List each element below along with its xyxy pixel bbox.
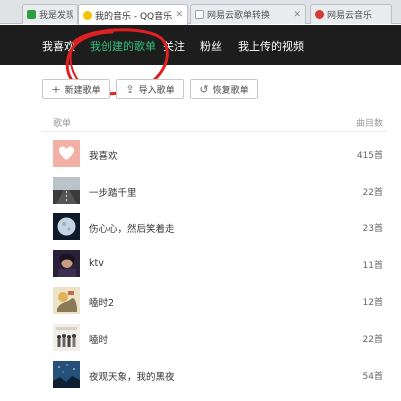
import-icon: ⇪ bbox=[125, 82, 135, 96]
leaf-icon bbox=[27, 10, 36, 19]
nav-tab-fans[interactable]: 粉丝 bbox=[200, 38, 222, 54]
browser-tab-4[interactable]: 网易云音乐 bbox=[310, 4, 392, 24]
nav-tab-liked[interactable]: 我喜欢 bbox=[42, 38, 75, 54]
playlist-row[interactable]: ktv 11首 bbox=[0, 250, 401, 284]
browser-tab-strip: 我是发现 我的音乐 - QQ音乐-中国最新! ✕ 网易云歌单转换 ✕ 网易云音乐 bbox=[0, 0, 401, 25]
playlist-name[interactable]: 伤心心，然后笑着走 bbox=[89, 221, 175, 235]
plus-icon: + bbox=[51, 82, 61, 96]
portrait-image bbox=[58, 253, 76, 277]
playlist-row[interactable]: 夜观天象，我的黑夜 54首 bbox=[0, 361, 401, 395]
moon-image bbox=[57, 217, 76, 236]
track-count: 11首 bbox=[362, 261, 383, 271]
playlist-name[interactable]: 嗑时2 bbox=[89, 295, 114, 309]
band-cover[interactable] bbox=[53, 324, 80, 351]
tab-label: 我的音乐 - QQ音乐-中国最新! bbox=[95, 11, 173, 22]
header-divider bbox=[42, 131, 387, 132]
playlist-name[interactable]: 嗑时 bbox=[89, 332, 108, 346]
browser-tab-2[interactable]: 我的音乐 - QQ音乐-中国最新! ✕ bbox=[78, 4, 188, 25]
track-count: 22首 bbox=[362, 188, 383, 198]
browser-tab-1[interactable]: 我是发现 bbox=[22, 4, 78, 24]
profile-nav-bar: 我喜欢 我创建的歌单 关注 粉丝 我上传的视频 bbox=[0, 25, 401, 65]
track-count: 22首 bbox=[362, 335, 383, 345]
playlist-row[interactable]: 嗑时2 12首 bbox=[0, 287, 401, 321]
playlist-row[interactable]: 我喜欢 415首 bbox=[0, 140, 401, 174]
portrait-cover[interactable] bbox=[53, 250, 80, 277]
qq-music-icon bbox=[83, 10, 92, 20]
playlist-row[interactable]: 伤心心，然后笑着走 23首 bbox=[0, 213, 401, 247]
close-icon[interactable]: ✕ bbox=[290, 10, 301, 20]
nav-tab-created-playlists[interactable]: 我创建的歌单 bbox=[90, 38, 156, 54]
import-playlist-button[interactable]: ⇪ 导入歌单 bbox=[116, 79, 184, 99]
playlist-row[interactable]: 嗑时 22首 bbox=[0, 324, 401, 358]
netease-music-icon bbox=[315, 10, 324, 19]
tab-label: 我是发现 bbox=[39, 11, 73, 21]
playlist-name[interactable]: 夜观天象，我的黑夜 bbox=[89, 369, 175, 383]
playlist-name[interactable]: ktv bbox=[89, 258, 104, 269]
import-playlist-label: 导入歌单 bbox=[138, 85, 175, 96]
tab-label: 网易云音乐 bbox=[327, 11, 373, 21]
moon-cover[interactable] bbox=[53, 213, 80, 240]
restore-playlist-button[interactable]: ↺ 恢复歌单 bbox=[190, 79, 258, 99]
heart-cover[interactable] bbox=[53, 140, 80, 167]
new-playlist-label: 新建歌单 bbox=[64, 85, 101, 96]
track-count: 23首 bbox=[362, 224, 383, 234]
close-icon[interactable]: ✕ bbox=[172, 10, 183, 20]
road-image bbox=[53, 177, 80, 204]
column-header-count: 曲目数 bbox=[355, 119, 383, 129]
playlist-name[interactable]: 一步踏千里 bbox=[89, 185, 137, 199]
page-icon bbox=[195, 10, 204, 19]
playlist-list-header: 歌单 曲目数 bbox=[0, 116, 401, 130]
nav-tab-uploaded-videos[interactable]: 我上传的视频 bbox=[238, 38, 304, 54]
track-count: 12首 bbox=[362, 298, 383, 308]
restore-playlist-label: 恢复歌单 bbox=[212, 85, 249, 96]
playlist-row[interactable]: 一步踏千里 22首 bbox=[0, 177, 401, 211]
night-sky-cover[interactable] bbox=[53, 361, 80, 388]
track-count: 415首 bbox=[356, 151, 383, 161]
band-image bbox=[56, 327, 77, 347]
art-image bbox=[57, 291, 77, 312]
night-sky-image bbox=[53, 361, 80, 388]
art-cover[interactable] bbox=[53, 287, 80, 314]
road-cover[interactable] bbox=[53, 177, 80, 204]
playlist-name[interactable]: 我喜欢 bbox=[89, 148, 118, 162]
restore-icon: ↺ bbox=[199, 82, 209, 96]
new-playlist-button[interactable]: + 新建歌单 bbox=[42, 79, 110, 99]
track-count: 54首 bbox=[362, 372, 383, 382]
heart-icon bbox=[59, 146, 74, 160]
column-header-name: 歌单 bbox=[53, 119, 72, 129]
browser-tab-3[interactable]: 网易云歌单转换 ✕ bbox=[190, 4, 306, 24]
tab-label: 网易云歌单转换 bbox=[207, 11, 271, 21]
nav-tab-following[interactable]: 关注 bbox=[163, 38, 185, 54]
